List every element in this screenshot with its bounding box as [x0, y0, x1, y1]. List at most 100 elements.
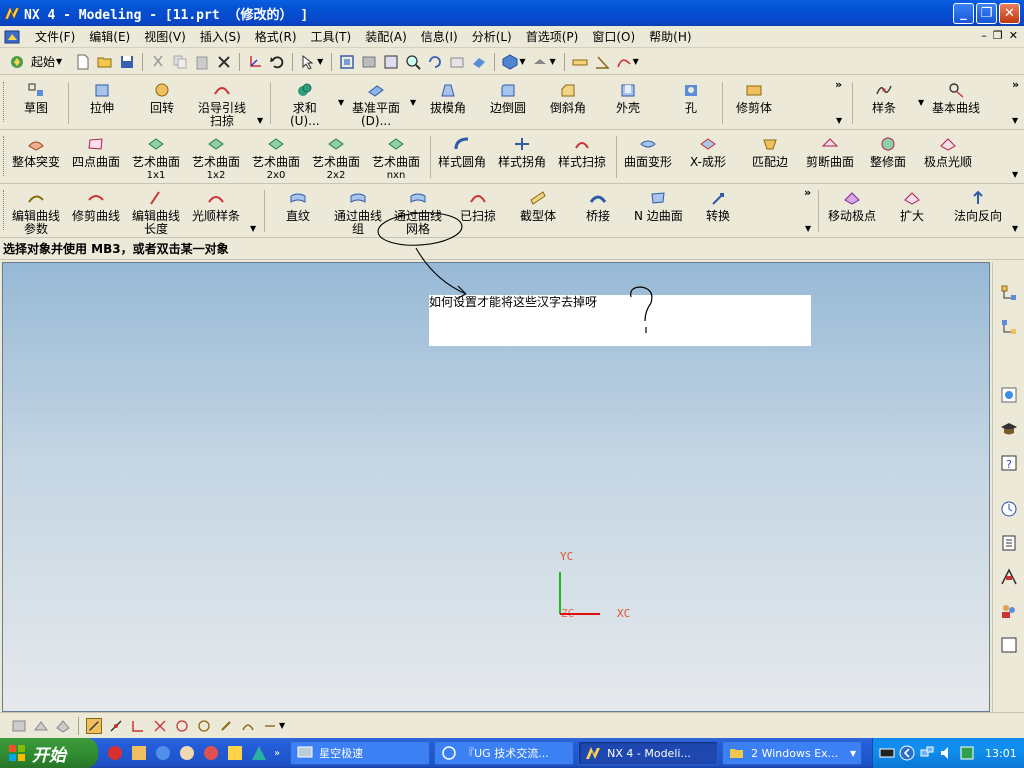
enlarge-button[interactable]: 扩大	[900, 190, 924, 223]
clock[interactable]: 13:01	[985, 747, 1017, 760]
shaded-view-icon[interactable]	[471, 54, 487, 70]
volume-icon[interactable]	[939, 745, 955, 761]
fit-icon[interactable]	[339, 54, 355, 70]
bridge-button[interactable]: 桥接	[586, 190, 610, 223]
sweep-along-guide-button[interactable]: 沿导引线 扫掠	[198, 82, 246, 128]
hole-button[interactable]: 孔	[682, 82, 700, 115]
task-button-ug-forum[interactable]: 『UG 技术交流...	[434, 741, 575, 765]
save-icon[interactable]	[119, 54, 135, 70]
menu-analysis[interactable]: 分析(L)	[465, 27, 519, 47]
menu-assembly[interactable]: 装配(A)	[358, 27, 414, 47]
n-sided-surface-button[interactable]: N 边曲面	[634, 190, 683, 223]
menu-file[interactable]: 文件(F)	[28, 27, 82, 47]
snap-center-icon[interactable]	[174, 718, 190, 734]
move-pole-button[interactable]: 移动极点	[828, 190, 876, 223]
undo-icon[interactable]	[269, 54, 285, 70]
studio-surface-nxn-button[interactable]: 艺术曲面 nxn	[372, 136, 420, 182]
section-body-button[interactable]: 截型体	[520, 190, 556, 223]
menu-tools[interactable]: 工具(T)	[304, 27, 359, 47]
paste-icon[interactable]	[194, 54, 210, 70]
task-button-explorer[interactable]: 2 Windows Ex... ▼	[722, 741, 863, 765]
studio-surface-1x1-button[interactable]: 艺术曲面 1x1	[132, 136, 180, 182]
snap-icon-2[interactable]	[33, 718, 49, 734]
quicklaunch-app-icon-5[interactable]	[202, 744, 220, 762]
pan-icon[interactable]	[449, 54, 465, 70]
snap-icon-1[interactable]	[11, 718, 27, 734]
view-orient-icon[interactable]	[532, 54, 548, 70]
doc-restore-button[interactable]: ❐	[993, 29, 1003, 42]
boolean-button[interactable]: 求和 (U)...	[290, 82, 320, 128]
menu-help[interactable]: 帮助(H)	[642, 27, 698, 47]
menu-information[interactable]: 信息(I)	[414, 27, 465, 47]
edge-blend-button[interactable]: 边倒圆	[490, 82, 526, 115]
section-surface-button[interactable]: 剪断曲面	[806, 136, 854, 169]
snap-more-icon[interactable]	[262, 718, 278, 734]
quicklaunch-app-icon-7[interactable]	[250, 744, 268, 762]
styled-sweep-button[interactable]: 样式扫掠	[558, 136, 606, 169]
quicklaunch-more-icon[interactable]: »	[274, 748, 280, 759]
help-icon[interactable]: ?	[1000, 454, 1018, 472]
styled-blend-button[interactable]: 样式圆角	[438, 136, 486, 169]
basic-curves-button[interactable]: 基本曲线	[932, 82, 980, 115]
x-form-button[interactable]: X-成形	[690, 136, 726, 169]
assembly-navigator-icon[interactable]	[1000, 284, 1018, 302]
trim-curve-button[interactable]: 修剪曲线	[72, 190, 120, 223]
zoom-window-icon[interactable]	[361, 54, 377, 70]
quicklaunch-app-icon-1[interactable]	[106, 744, 124, 762]
quicklaunch-app-icon-6[interactable]	[226, 744, 244, 762]
menu-insert[interactable]: 插入(S)	[193, 27, 248, 47]
training-icon[interactable]	[1000, 420, 1018, 438]
spline-button[interactable]: 样条	[872, 82, 896, 115]
select-filter-icon[interactable]	[300, 54, 316, 70]
maximize-button[interactable]: ❐	[976, 3, 997, 24]
graphics-window[interactable]: 如何设置才能将这些汉字去掉呀 YC ZC XC	[2, 262, 990, 712]
coordinate-icon[interactable]	[247, 54, 263, 70]
snap-control-icon[interactable]	[130, 718, 146, 734]
menu-edit[interactable]: 编辑(E)	[82, 27, 137, 47]
zoom-area-icon[interactable]	[383, 54, 399, 70]
nx-menu-icon[interactable]	[4, 29, 22, 45]
through-sweep-button[interactable]: 整体突变	[12, 136, 60, 169]
measure-angle-icon[interactable]	[594, 54, 610, 70]
reuse-library-icon[interactable]	[1000, 534, 1018, 552]
close-button[interactable]: ✕	[999, 3, 1020, 24]
snap-midpoint-icon[interactable]	[108, 718, 124, 734]
copy-icon[interactable]	[172, 54, 188, 70]
through-curves-button[interactable]: 通过曲线 组	[334, 190, 382, 236]
process-studio-icon[interactable]	[1000, 568, 1018, 586]
zoom-icon[interactable]	[405, 54, 422, 70]
roles-icon[interactable]	[1000, 602, 1018, 620]
curve-analysis-icon[interactable]	[616, 54, 632, 70]
quicklaunch-app-icon-3[interactable]	[154, 744, 172, 762]
snap-existing-point-icon[interactable]	[218, 718, 234, 734]
revolve-button[interactable]: 回转	[150, 82, 174, 115]
keyboard-icon[interactable]	[879, 745, 895, 761]
four-point-surface-button[interactable]: 四点曲面	[72, 136, 120, 169]
snap-intersection-icon[interactable]	[152, 718, 168, 734]
web-browser-icon[interactable]	[1000, 386, 1018, 404]
snap-quadrant-icon[interactable]	[196, 718, 212, 734]
cut-icon[interactable]	[150, 54, 166, 70]
draft-button[interactable]: 拔模角	[430, 82, 466, 115]
edit-curve-length-button[interactable]: 编辑曲线 长度	[132, 190, 180, 236]
snap-endpoint-icon[interactable]	[86, 717, 102, 734]
menu-window[interactable]: 窗口(O)	[585, 27, 642, 47]
network-icon[interactable]	[919, 745, 935, 761]
start-button[interactable]: 开始	[0, 738, 98, 768]
system-materials-icon[interactable]	[1000, 636, 1018, 654]
quicklaunch-app-icon-2[interactable]	[130, 744, 148, 762]
match-edge-button[interactable]: 匹配边	[752, 136, 788, 169]
start-menu-button[interactable]: 起始 ▼	[6, 53, 66, 70]
global-shaping-button[interactable]: 曲面变形	[624, 136, 672, 169]
ruled-button[interactable]: 直纹	[286, 190, 310, 223]
edit-curve-param-button[interactable]: 编辑曲线 参数	[12, 190, 60, 236]
history-icon[interactable]	[1000, 500, 1018, 518]
trim-surface-button[interactable]: 整修面	[870, 136, 906, 169]
studio-surface-2x2-button[interactable]: 艺术曲面 2x2	[312, 136, 360, 182]
trim-body-button[interactable]: 修剪体	[736, 82, 772, 115]
styled-corner-button[interactable]: 样式拐角	[498, 136, 546, 169]
studio-surface-2x0-button[interactable]: 艺术曲面 2x0	[252, 136, 300, 182]
doc-minimize-button[interactable]: –	[981, 29, 987, 42]
chamfer-button[interactable]: 倒斜角	[550, 82, 586, 115]
minimize-button[interactable]: _	[953, 3, 974, 24]
